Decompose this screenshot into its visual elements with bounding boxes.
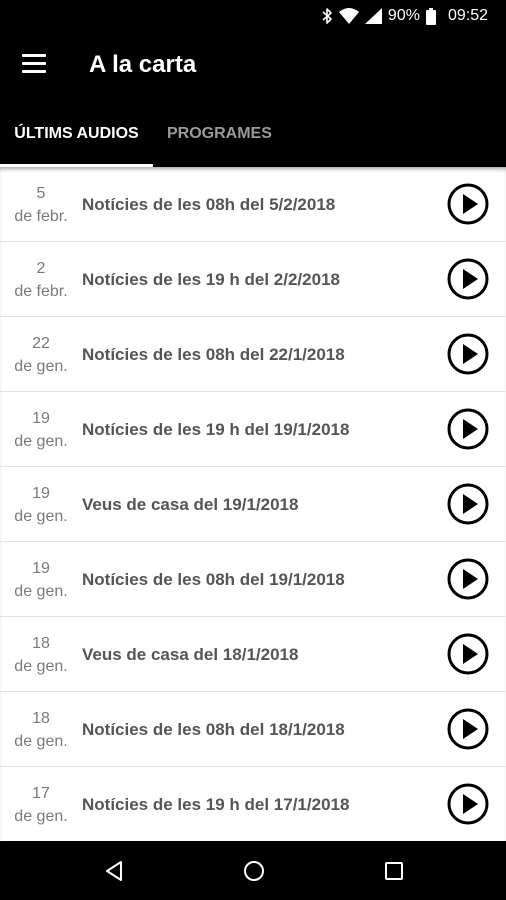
page-title: A la carta (89, 51, 197, 78)
tab-bar: ÚLTIMS AUDIOS PROGRAMES (0, 100, 506, 167)
episode-title: Veus de casa del 19/1/2018 (82, 494, 299, 514)
episode-date: 19 de gen. (0, 557, 82, 603)
play-circle-icon[interactable] (447, 183, 489, 225)
date-day: 5 (36, 185, 46, 202)
play-circle-icon[interactable] (447, 558, 489, 600)
episode-date: 17 de gen. (0, 782, 82, 828)
signal-icon (364, 8, 382, 24)
list-item[interactable]: 19 de gen. Notícies de les 19 h del 19/1/… (0, 392, 506, 467)
date-day: 18 (32, 635, 50, 652)
date-month: de gen. (14, 808, 68, 825)
bluetooth-icon (321, 7, 333, 25)
date-day: 19 (32, 560, 50, 577)
episode-title: Veus de casa del 18/1/2018 (82, 644, 299, 664)
episode-date: 19 de gen. (0, 407, 82, 453)
play-circle-icon[interactable] (447, 708, 489, 750)
tab-programes[interactable]: PROGRAMES (167, 100, 272, 167)
date-day: 18 (32, 710, 50, 727)
episode-date: 19 de gen. (0, 482, 82, 528)
list-item[interactable]: 18 de gen. Notícies de les 08h del 18/1/2… (0, 692, 506, 767)
date-day: 22 (32, 335, 50, 352)
episode-title: Notícies de les 08h del 19/1/2018 (82, 569, 345, 589)
episode-date: 2 de febr. (0, 257, 82, 303)
list-item[interactable]: 22 de gen. Notícies de les 08h del 22/1/2… (0, 317, 506, 392)
date-month: de gen. (14, 658, 68, 675)
episode-date: 5 de febr. (0, 182, 82, 228)
hamburger-menu-icon[interactable] (22, 54, 48, 76)
list-item[interactable]: 2 de febr. Notícies de les 19 h del 2/2/2… (0, 242, 506, 317)
triangle-back-icon[interactable] (102, 859, 126, 883)
list-item[interactable]: 18 de gen. Veus de casa del 18/1/2018 (0, 617, 506, 692)
episode-date: 18 de gen. (0, 707, 82, 753)
status-bar: 90% 09:52 (0, 0, 506, 32)
play-circle-icon[interactable] (447, 258, 489, 300)
play-circle-icon[interactable] (447, 783, 489, 825)
date-month: de gen. (14, 433, 68, 450)
episode-title: Notícies de les 19 h del 17/1/2018 (82, 794, 350, 814)
date-day: 19 (32, 485, 50, 502)
episode-title: Notícies de les 19 h del 2/2/2018 (82, 269, 340, 289)
episode-list[interactable]: 5 de febr. Notícies de les 08h del 5/2/20… (0, 167, 506, 841)
square-recents-icon[interactable] (382, 859, 406, 883)
circle-home-icon[interactable] (242, 859, 266, 883)
episode-title: Notícies de les 08h del 22/1/2018 (82, 344, 345, 364)
list-item[interactable]: 5 de febr. Notícies de les 08h del 5/2/20… (0, 167, 506, 242)
battery-percent: 90% (387, 7, 420, 24)
date-day: 17 (32, 785, 50, 802)
list-item[interactable]: 19 de gen. Notícies de les 08h del 19/1/2… (0, 542, 506, 617)
date-day: 2 (36, 260, 46, 277)
date-month: de gen. (14, 508, 68, 525)
date-day: 19 (32, 410, 50, 427)
play-circle-icon[interactable] (447, 633, 489, 675)
date-month: de gen. (14, 358, 68, 375)
date-month: de gen. (14, 583, 68, 600)
date-month: de gen. (14, 733, 68, 750)
date-month: de febr. (14, 283, 68, 300)
episode-date: 18 de gen. (0, 632, 82, 678)
play-circle-icon[interactable] (447, 333, 489, 375)
play-circle-icon[interactable] (447, 408, 489, 450)
episode-title: Notícies de les 08h del 18/1/2018 (82, 719, 345, 739)
tab-ultims-audios[interactable]: ÚLTIMS AUDIOS (0, 100, 153, 167)
system-nav-bar (0, 841, 506, 900)
list-item[interactable]: 19 de gen. Veus de casa del 19/1/2018 (0, 467, 506, 542)
app-bar: A la carta (0, 32, 506, 100)
clock: 09:52 (447, 7, 488, 24)
list-item[interactable]: 17 de gen. Notícies de les 19 h del 17/1/… (0, 767, 506, 841)
play-circle-icon[interactable] (447, 483, 489, 525)
wifi-icon (338, 8, 359, 24)
episode-title: Notícies de les 08h del 5/2/2018 (82, 194, 336, 214)
date-month: de febr. (14, 208, 68, 225)
status-icons: 90% 09:52 (321, 6, 488, 26)
episode-title: Notícies de les 19 h del 19/1/2018 (82, 419, 350, 439)
episode-date: 22 de gen. (0, 332, 82, 378)
battery-icon (425, 7, 436, 25)
